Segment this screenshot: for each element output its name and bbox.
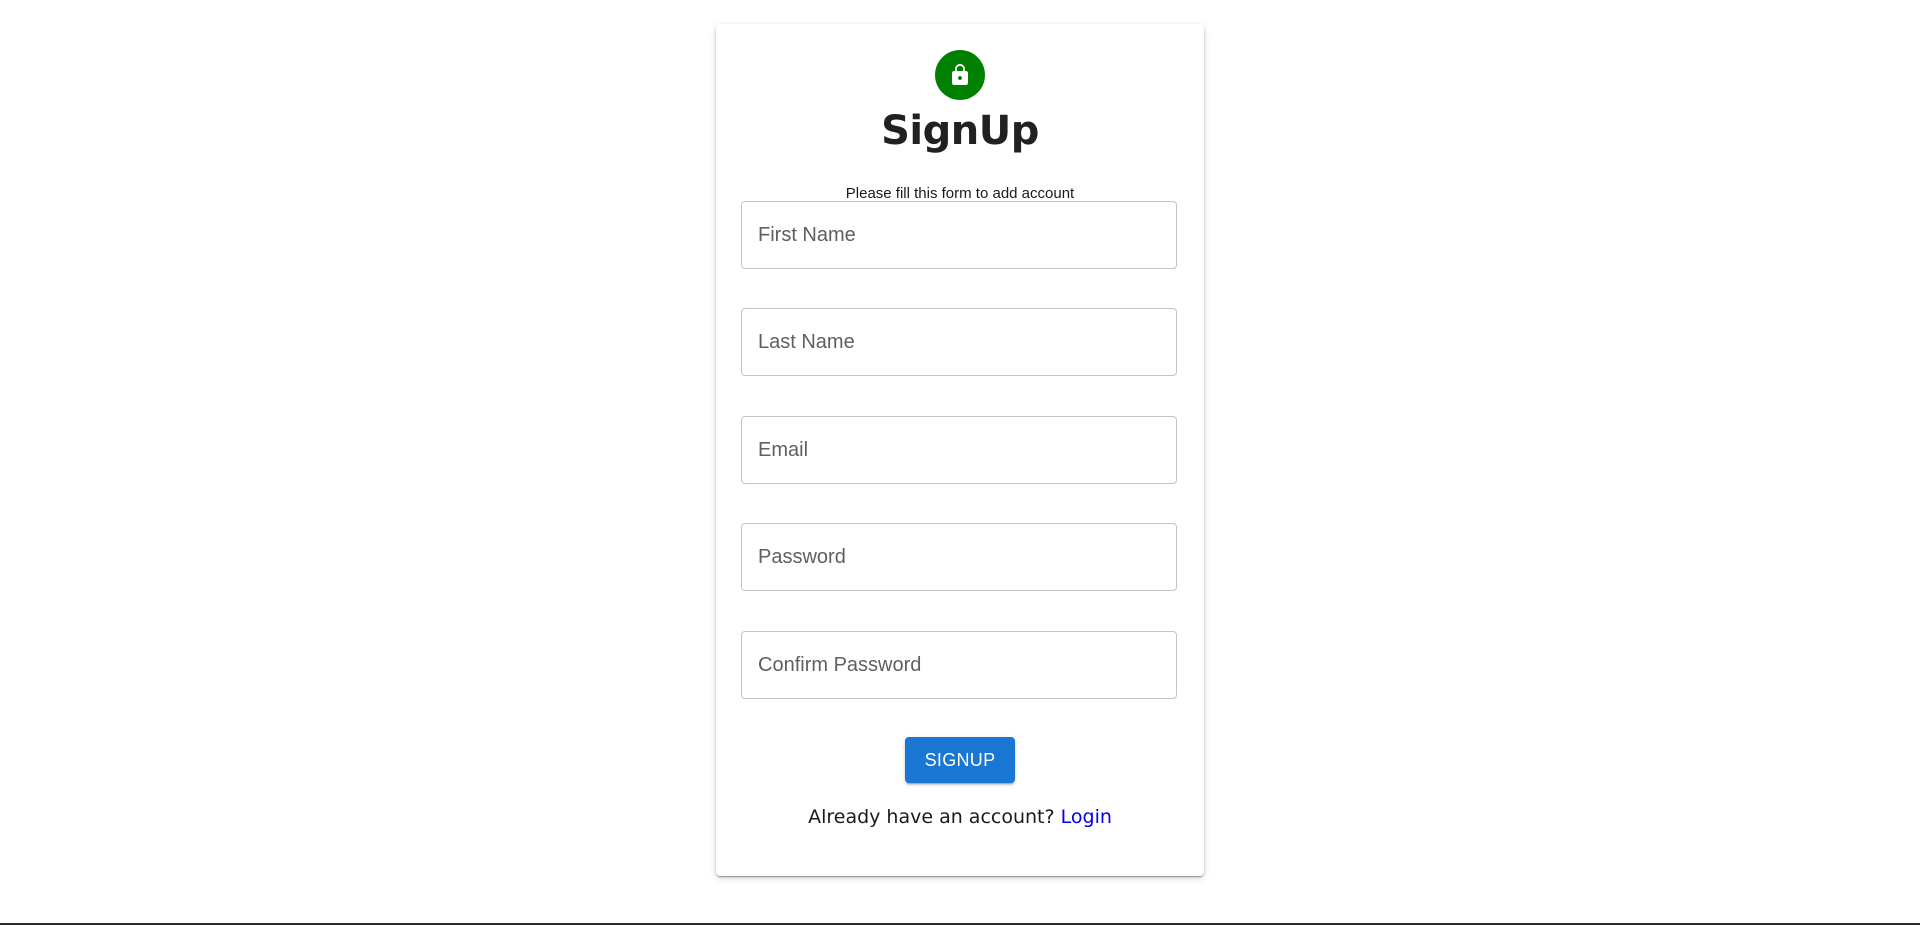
password-input[interactable] [742,524,1176,590]
first-name-input[interactable] [742,202,1176,268]
email-field[interactable] [741,416,1177,484]
avatar [935,50,985,100]
page: SignUp Please fill this form to add acco… [0,0,1920,925]
first-name-field[interactable] [741,201,1177,269]
last-name-field[interactable] [741,308,1177,376]
login-link[interactable]: Login [1061,806,1112,828]
confirm-password-field[interactable] [741,631,1177,699]
lock-icon [948,63,972,87]
login-prompt-text: Already have an account? [808,806,1055,828]
page-title: SignUp [881,108,1039,154]
email-input[interactable] [742,417,1176,483]
confirm-password-input[interactable] [742,632,1176,698]
password-field[interactable] [741,523,1177,591]
signup-card: SignUp Please fill this form to add acco… [716,24,1204,876]
signup-button[interactable]: SIGNUP [905,737,1015,783]
login-prompt: Already have an account? Login [716,803,1204,831]
last-name-input[interactable] [742,309,1176,375]
